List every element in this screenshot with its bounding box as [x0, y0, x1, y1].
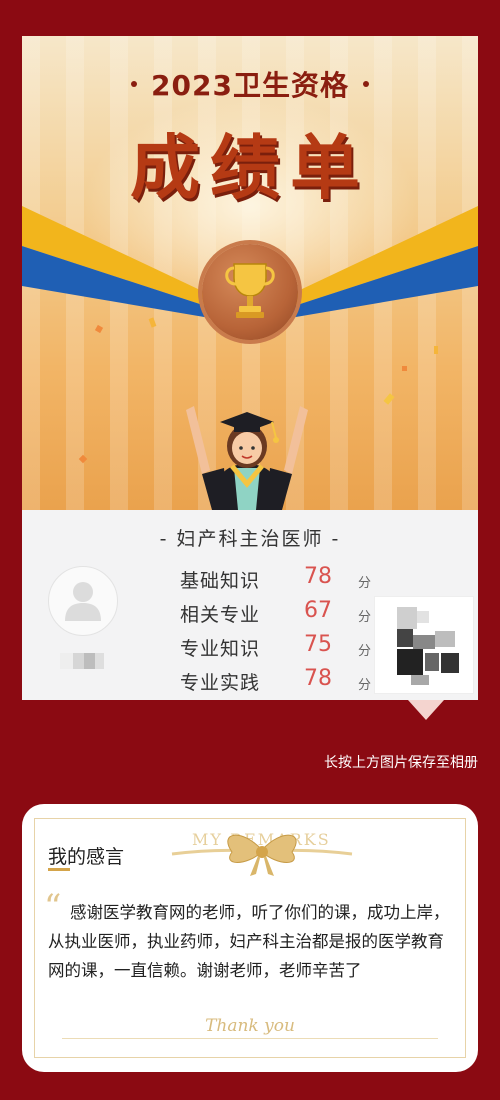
score-row: 专业知识 75 分: [172, 630, 382, 664]
signoff-divider: [62, 1038, 438, 1039]
score-value: 78: [304, 564, 332, 589]
name-redacted: [60, 653, 104, 669]
trophy-medal: [202, 244, 298, 340]
graduate-illustration: [186, 406, 308, 510]
score-unit: 分: [358, 610, 372, 625]
heading-underline: [48, 868, 70, 871]
dot-right: [362, 81, 369, 87]
certificate-subtitle: 2023卫生资格: [22, 64, 478, 104]
trophy-icon: [225, 263, 275, 318]
pointer-arrow: [408, 700, 444, 720]
score-panel: - 妇产科主治医师 - 基础知识 78 分 相关专业 67 分 专业知识 75: [22, 510, 478, 700]
thank-you-signoff: Thank you: [205, 1016, 295, 1036]
certificate-hero: 2023卫生资格 成绩单: [22, 36, 478, 510]
score-list: 基础知识 78 分 相关专业 67 分 专业知识 75 分 专业实践 78 分: [172, 562, 382, 698]
qr-code-redacted: [374, 596, 474, 694]
score-unit: 分: [358, 678, 372, 693]
confetti-piece: [383, 393, 395, 405]
score-unit: 分: [358, 576, 372, 591]
score-row: 专业实践 78 分: [172, 664, 382, 698]
score-value: 78: [304, 666, 332, 691]
avatar: [48, 566, 118, 636]
confetti-piece: [402, 366, 407, 371]
comments-body: 感谢医学教育网的老师，听了你们的课，成功上岸，从执业医师，执业药师，妇产科主治都…: [48, 903, 450, 980]
dot-left: [131, 81, 138, 87]
confetti-piece: [78, 454, 88, 464]
score-value: 67: [304, 598, 332, 623]
confetti-piece: [434, 346, 438, 354]
subtitle-text: 2023卫生资格: [151, 69, 349, 102]
certificate-card[interactable]: 2023卫生资格 成绩单 - 妇产科主治医师 - 基础知识 78 分 相关专业 …: [22, 36, 478, 700]
user-icon: [65, 582, 101, 621]
bow-icon: [171, 834, 353, 876]
comments-card: MY REMARKS 我的感言 “ 感谢医学教育网的老师，听了你们的课，成功上岸…: [22, 804, 478, 1072]
score-row: 基础知识 78 分: [172, 562, 382, 596]
comments-heading: 我的感言: [48, 846, 125, 868]
score-value: 75: [304, 632, 332, 657]
subject-label: 专业知识: [180, 638, 261, 660]
score-unit: 分: [358, 644, 372, 659]
subject-label: 专业实践: [180, 672, 261, 694]
score-row: 相关专业 67 分: [172, 596, 382, 630]
save-hint: 长按上方图片保存至相册: [324, 755, 478, 771]
subject-label: 基础知识: [180, 570, 261, 592]
exam-level: - 妇产科主治医师 -: [159, 528, 341, 550]
subject-label: 相关专业: [180, 604, 261, 626]
